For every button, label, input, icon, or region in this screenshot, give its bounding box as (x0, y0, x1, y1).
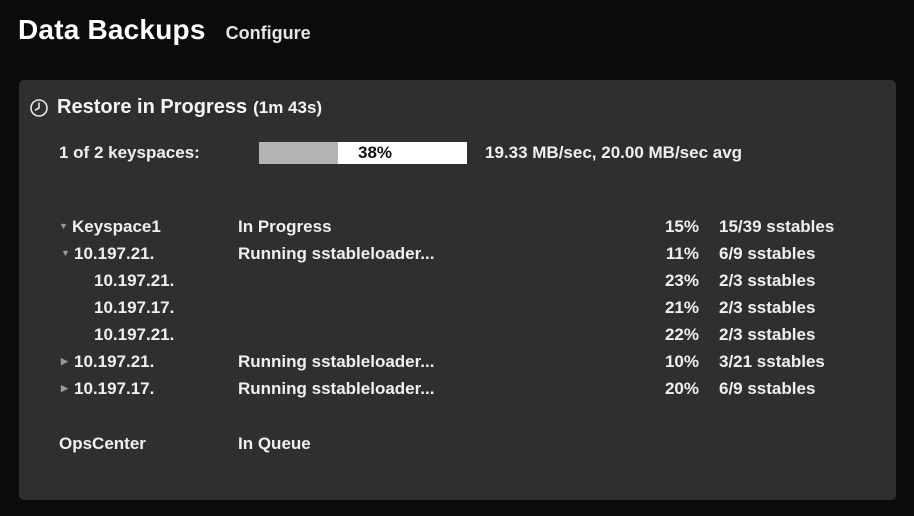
node-child-row: 10.197.17. 21% 2/3 sstables (19, 294, 896, 321)
transfer-rate: 19.33 MB/sec, 20.00 MB/sec avg (485, 143, 743, 162)
restore-panel: Restore in Progress (1m 43s) 1 of 2 keys… (19, 80, 896, 500)
triangle-right-icon[interactable]: ▶ (61, 375, 71, 402)
triangle-right-icon[interactable]: ▶ (61, 348, 71, 375)
node-child-row: 10.197.21. 22% 2/3 sstables (19, 321, 896, 348)
row-name: 10.197.21. (94, 271, 175, 290)
keyspace-row-keyspace1[interactable]: ▼ Keyspace1 In Progress 15% 15/39 sstabl… (19, 213, 896, 240)
row-percent: 22% (664, 325, 699, 344)
row-percent: 20% (664, 379, 699, 398)
row-name: ▼ 10.197.21. (61, 240, 154, 267)
row-sstables: 2/3 sstables (719, 298, 816, 317)
node-child-row: 10.197.21. 23% 2/3 sstables (19, 267, 896, 294)
page-header: Data Backups Configure (18, 14, 311, 58)
progress-label: 1 of 2 keyspaces: (59, 143, 200, 162)
row-sstables: 6/9 sstables (719, 244, 816, 263)
restore-title: Restore in Progress (57, 96, 248, 118)
progress-bar: 38% (259, 142, 467, 164)
row-name: ▶ 10.197.17. (61, 375, 154, 402)
row-sstables: 15/39 sstables (719, 217, 835, 236)
row-percent: 21% (664, 298, 699, 317)
row-status: Running sstableloader... (238, 244, 435, 263)
row-name: ▼ Keyspace1 (59, 213, 161, 240)
restore-header: Restore in Progress (1m 43s) (29, 96, 322, 119)
row-sstables: 2/3 sstables (719, 325, 816, 344)
row-status: Running sstableloader... (238, 352, 435, 371)
row-name: 10.197.17. (94, 298, 175, 317)
clock-icon (30, 98, 48, 117)
row-name: OpsCenter (59, 434, 146, 453)
progress-percent: 38% (357, 143, 393, 162)
row-sstables: 6/9 sstables (719, 379, 816, 398)
elapsed-time: (1m 43s) (253, 97, 323, 117)
row-percent: 15% (664, 217, 699, 236)
row-status: Running sstableloader... (238, 379, 435, 398)
triangle-down-icon[interactable]: ▼ (59, 213, 69, 240)
row-name: ▶ 10.197.21. (61, 348, 154, 375)
row-status: In Queue (238, 434, 311, 453)
triangle-down-icon[interactable]: ▼ (61, 240, 71, 267)
row-sstables: 3/21 sstables (719, 352, 825, 371)
row-percent: 10% (664, 352, 699, 371)
keyspace-list: ▼ Keyspace1 In Progress 15% 15/39 sstabl… (19, 213, 896, 457)
node-row[interactable]: ▼ 10.197.21. Running sstableloader... 11… (19, 240, 896, 267)
row-percent: 23% (664, 271, 699, 290)
row-percent: 11% (665, 244, 699, 263)
page-title: Data Backups (18, 14, 206, 45)
configure-link[interactable]: Configure (226, 23, 311, 44)
row-status: In Progress (238, 217, 332, 236)
row-sstables: 2/3 sstables (719, 271, 816, 290)
overall-progress-row: 1 of 2 keyspaces: 38% 19.33 MB/sec, 20.0… (59, 140, 742, 166)
node-row[interactable]: ▶ 10.197.21. Running sstableloader... 10… (19, 348, 896, 375)
row-name: 10.197.21. (94, 325, 175, 344)
keyspace-row-opscenter[interactable]: OpsCenter In Queue (19, 430, 896, 457)
node-row[interactable]: ▶ 10.197.17. Running sstableloader... 20… (19, 375, 896, 402)
